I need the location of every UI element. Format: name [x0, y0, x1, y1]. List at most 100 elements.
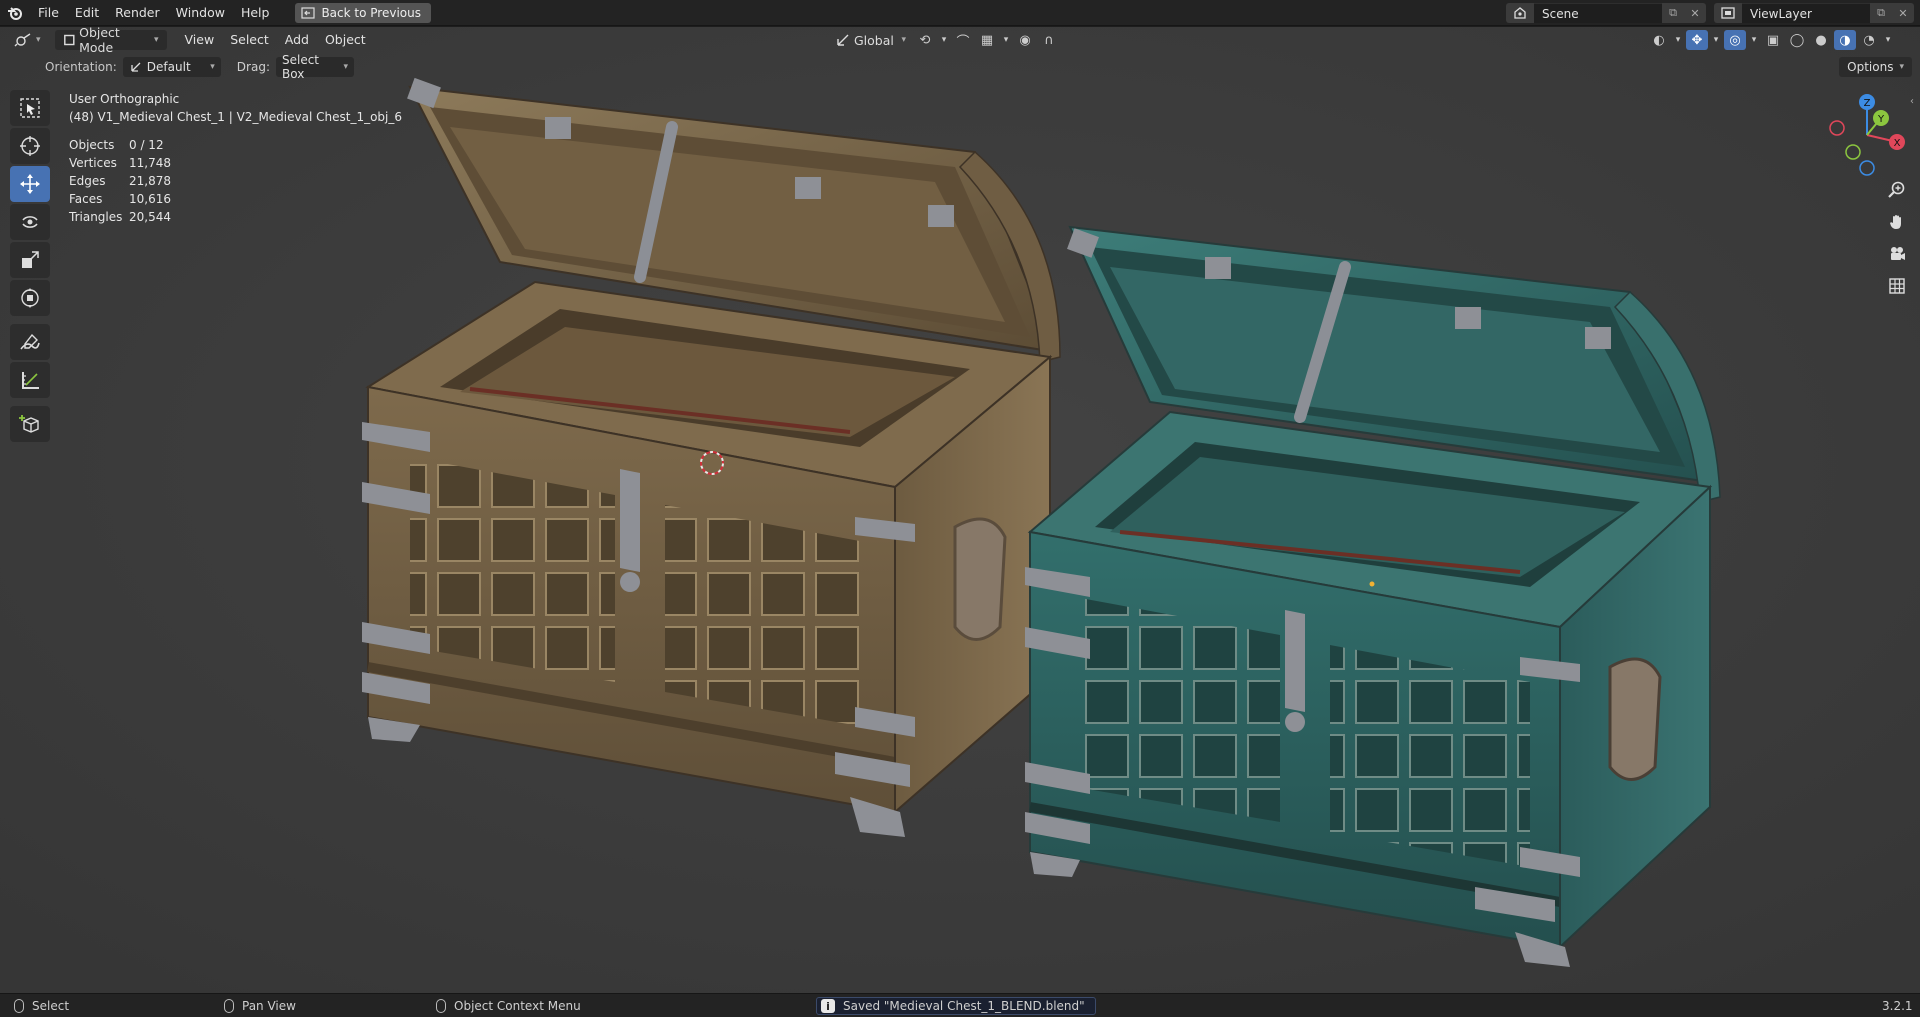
drag-select[interactable]: Select Box ▾ — [275, 53, 354, 81]
falloff-curve-icon[interactable]: ∩ — [1038, 30, 1060, 50]
move-tool[interactable] — [10, 166, 50, 202]
zoom-button[interactable] — [1882, 177, 1912, 203]
viewlayer-name-field[interactable]: ViewLayer — [1742, 3, 1870, 23]
status-pan-hint: Pan View — [224, 997, 296, 1015]
blender-logo-icon[interactable] — [0, 0, 30, 26]
snap-dropdown-icon[interactable]: ▾ — [1000, 30, 1012, 50]
transform-tool[interactable] — [10, 280, 50, 316]
options-button[interactable]: Options ▾ — [1839, 57, 1912, 77]
delete-scene-icon[interactable]: ✕ — [1684, 3, 1706, 23]
rendered-shading-icon[interactable]: ◔ — [1858, 30, 1880, 50]
mode-select[interactable]: Object Mode ▾ — [54, 25, 167, 55]
overlay-toggle-icon[interactable]: ◎ — [1724, 30, 1746, 50]
menu-file[interactable]: File — [30, 2, 67, 24]
pan-button[interactable] — [1882, 209, 1912, 235]
status-select-hint: Select — [14, 997, 69, 1015]
visibility-dropdown-icon[interactable]: ▾ — [1672, 30, 1684, 50]
gizmo-x-label: X — [1894, 138, 1901, 149]
rotate-tool[interactable] — [10, 204, 50, 240]
scene-name-field[interactable]: Scene — [1534, 3, 1662, 23]
viewport-display-controls: ◐ ▾ ✥ ▾ ◎ ▾ ▣ ◯ ● ◑ ◔ ▾ — [1648, 30, 1894, 50]
select-box-icon — [20, 98, 40, 118]
add-cube-icon — [19, 415, 39, 433]
material-preview-shading-icon[interactable]: ◑ — [1834, 30, 1856, 50]
drag-value: Select Box — [281, 53, 320, 81]
orientation-axis-icon — [131, 62, 141, 72]
gizmo-toggle-icon[interactable]: ✥ — [1686, 30, 1708, 50]
orientation-label: Orientation: — [45, 60, 117, 74]
proportional-edit-icon[interactable]: ◉ — [1014, 30, 1036, 50]
viewlayer-icon[interactable] — [1714, 3, 1742, 23]
header-menu-add[interactable]: Add — [277, 29, 317, 51]
new-scene-icon[interactable]: ⧉ — [1662, 3, 1684, 23]
solid-shading-icon[interactable]: ● — [1810, 30, 1832, 50]
orientation-value: Default — [146, 60, 191, 74]
scene-selector[interactable]: Scene ⧉ ✕ — [1506, 3, 1706, 23]
drag-label: Drag: — [236, 60, 270, 74]
new-viewlayer-icon[interactable]: ⧉ — [1870, 3, 1892, 23]
overlay-dropdown-icon[interactable]: ▾ — [1748, 30, 1760, 50]
back-to-previous-button[interactable]: Back to Previous — [295, 2, 431, 23]
header-menu-select[interactable]: Select — [222, 29, 277, 51]
left-toolbar — [10, 90, 50, 444]
transform-orientation-select[interactable]: Global ▾ — [830, 30, 912, 50]
object-origin-icon — [1369, 581, 1375, 587]
gizmo-neg-x[interactable] — [1829, 120, 1845, 136]
menu-render[interactable]: Render — [107, 2, 168, 24]
pivot-dropdown-icon[interactable]: ▾ — [938, 30, 950, 50]
camera-view-button[interactable] — [1882, 241, 1912, 267]
snap-grid-icon[interactable]: ▦ — [976, 30, 998, 50]
sidebar-toggle-icon[interactable]: ‹ — [1910, 96, 1914, 107]
cursor-tool[interactable] — [10, 128, 50, 164]
measure-tool[interactable] — [10, 362, 50, 398]
snap-magnet-icon[interactable]: ⌒ — [952, 30, 974, 50]
annotate-tool[interactable] — [10, 324, 50, 360]
move-icon — [20, 174, 40, 194]
status-select-label: Select — [32, 999, 70, 1013]
menu-edit[interactable]: Edit — [67, 2, 107, 24]
status-report[interactable]: i Saved "Medieval Chest_1_BLEND.blend" — [816, 997, 1096, 1015]
mouse-middle-icon — [224, 999, 234, 1013]
visibility-icon[interactable]: ◐ — [1648, 30, 1670, 50]
gizmo-neg-z[interactable] — [1859, 160, 1875, 176]
xray-toggle-icon[interactable]: ▣ — [1762, 30, 1784, 50]
chest-teal[interactable] — [1025, 225, 1721, 967]
saved-report-box[interactable]: i Saved "Medieval Chest_1_BLEND.blend" — [816, 997, 1096, 1015]
orientation-select[interactable]: Default ▾ — [122, 57, 221, 77]
status-bar: Select Pan View Object Context Menu i Sa… — [0, 993, 1920, 1017]
camera-icon — [1891, 247, 1905, 260]
viewport-header: ▾ Object Mode ▾ View Select Add Object G… — [0, 25, 1920, 55]
gizmo-neg-y[interactable] — [1845, 144, 1861, 160]
menu-window[interactable]: Window — [168, 2, 233, 24]
stat-label: Triangles — [69, 210, 123, 224]
toggle-ortho-button[interactable] — [1882, 273, 1912, 299]
viewlayer-selector[interactable]: ViewLayer ⧉ ✕ — [1714, 3, 1914, 23]
select-box-tool[interactable] — [10, 90, 50, 126]
mouse-right-icon — [436, 999, 446, 1013]
add-cube-tool[interactable] — [10, 406, 50, 442]
stat-label: Faces — [69, 192, 103, 206]
gizmo-dropdown-icon[interactable]: ▾ — [1710, 30, 1722, 50]
navigation-gizmo[interactable]: Z X Y — [1822, 90, 1912, 180]
3d-viewport[interactable]: User Orthographic (48) V1_Medieval Chest… — [0, 27, 1920, 993]
viewport-overlay-text: User Orthographic (48) V1_Medieval Chest… — [69, 90, 402, 226]
header-menu-object[interactable]: Object — [317, 29, 374, 51]
scene-icon[interactable] — [1506, 3, 1534, 23]
shading-dropdown-icon[interactable]: ▾ — [1882, 30, 1894, 50]
editor-type-button[interactable]: ▾ — [8, 30, 47, 50]
chest-wood[interactable] — [362, 77, 1061, 837]
wireframe-shading-icon[interactable]: ◯ — [1786, 30, 1808, 50]
measure-icon — [22, 372, 39, 389]
header-menu-view[interactable]: View — [177, 29, 223, 51]
zoom-icon — [1888, 181, 1905, 198]
scene-statistics: Objects 0 / 12 Vertices 11,748 Edges 21,878… — [69, 136, 402, 226]
pivot-point-icon[interactable]: ⟲ — [914, 30, 936, 50]
stat-value: 0 / 12 — [129, 138, 164, 152]
back-icon — [301, 6, 316, 19]
menu-help[interactable]: Help — [233, 2, 278, 24]
gizmo-z-label: Z — [1864, 98, 1871, 109]
delete-viewlayer-icon[interactable]: ✕ — [1892, 3, 1914, 23]
cursor-icon — [20, 136, 40, 156]
scale-tool[interactable] — [10, 242, 50, 278]
status-context-label: Object Context Menu — [454, 999, 581, 1013]
